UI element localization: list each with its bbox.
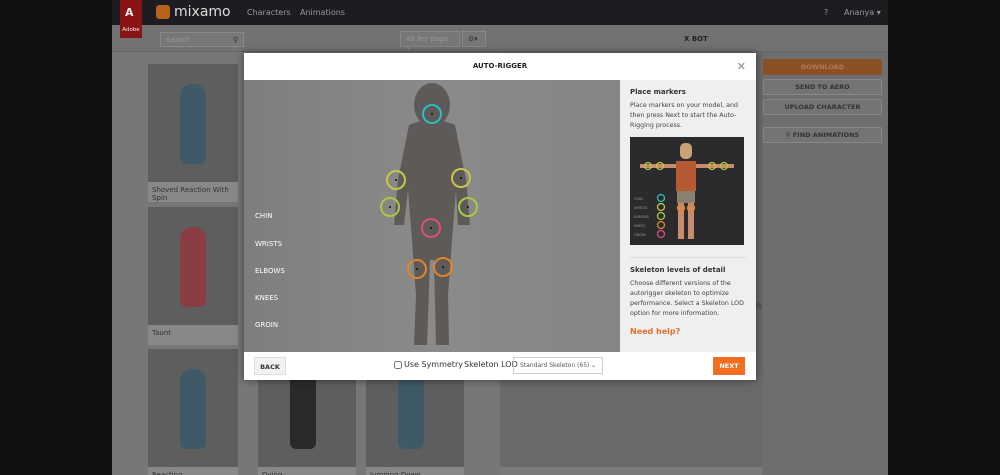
symmetry-label: Use Symmetry <box>404 360 463 369</box>
adobe-label: Adobe <box>122 27 140 33</box>
character-thumbnail <box>180 84 206 164</box>
download-button[interactable]: DOWNLOAD <box>763 59 882 75</box>
preview-label: CHIN <box>634 197 643 201</box>
preview-label: GROIN <box>634 233 646 237</box>
next-button[interactable]: NEXT <box>713 357 745 375</box>
need-help-link[interactable]: Need help? <box>630 327 746 336</box>
marker-label-knees: KNEES <box>255 294 279 302</box>
character-thumbnail <box>398 369 424 449</box>
adobe-logo[interactable]: A Adobe <box>120 0 142 38</box>
marker-label-chin: CHIN <box>255 212 273 220</box>
per-page-select[interactable]: 48 Per page ⌄ <box>400 31 460 51</box>
find-animations-label: FIND ANIMATIONS <box>792 131 860 139</box>
upload-character-button[interactable]: UPLOAD CHARACTER <box>763 99 882 115</box>
mixamo-logo[interactable]: mixamo <box>156 4 231 20</box>
card-label: Taunt <box>152 329 172 337</box>
toolbar: Search ⚲ 48 Per page ⌄ ⚙▾ X BOT <box>112 25 888 52</box>
help-icon[interactable]: ? <box>824 8 828 17</box>
brand: mixamo <box>174 4 231 20</box>
search-input[interactable]: Search ⚲ <box>160 32 244 47</box>
nav-characters[interactable]: Characters <box>247 8 291 17</box>
card-label: Jumping Down <box>370 471 421 475</box>
marker-label-wrists: WRISTS <box>255 240 283 248</box>
character-thumbnail <box>290 369 316 449</box>
auto-rigger-dialog: AUTO-RIGGER ✕ CHIN WRISTS ELBOWS KNEES G… <box>244 53 756 380</box>
marker-label-groin: GROIN <box>255 321 279 329</box>
lod-text: Choose different versions of the autorig… <box>630 280 744 317</box>
card-label: Dying <box>262 471 283 475</box>
elbow-marker-left[interactable] <box>458 197 478 217</box>
elbow-marker-right[interactable] <box>380 197 400 217</box>
lod-value: Standard Skeleton (65) <box>520 362 590 369</box>
mixamo-icon <box>156 5 170 19</box>
place-markers-title: Place markers <box>630 88 686 96</box>
back-button[interactable]: BACK <box>254 357 286 375</box>
character-thumbnail <box>180 369 206 449</box>
wrist-marker-right[interactable] <box>386 170 406 190</box>
place-markers-text: Place markers on your model, and then pr… <box>630 102 738 129</box>
per-page-value: 48 Per page <box>406 35 448 43</box>
chin-marker[interactable] <box>422 104 442 124</box>
dialog-footer: BACK Use Symmetry Skeleton LOD Standard … <box>244 352 756 380</box>
skeleton-lod-label: Skeleton LOD <box>464 360 518 369</box>
user-name: Ananya <box>844 8 875 17</box>
nav-animations[interactable]: Animations <box>300 8 345 17</box>
wrist-marker-left[interactable] <box>451 168 471 188</box>
rig-viewport[interactable]: CHIN WRISTS ELBOWS KNEES GROIN <box>244 80 620 352</box>
use-symmetry-checkbox[interactable]: Use Symmetry <box>394 360 463 369</box>
search-icon: ⚲ <box>232 36 238 44</box>
dialog-title: AUTO-RIGGER <box>472 62 528 70</box>
knee-marker-left[interactable] <box>433 257 453 277</box>
animation-card[interactable]: Shoved Reaction With Spin <box>148 64 238 202</box>
preview-label: ELBOWS <box>634 215 649 219</box>
settings-dropdown[interactable]: ⚙▾ <box>462 31 486 47</box>
close-icon[interactable]: ✕ <box>737 60 746 73</box>
marker-preview-image: CHIN WRISTS ELBOWS KNEES GROIN <box>630 137 744 245</box>
card-label: Shoved Reaction With Spin <box>152 186 229 202</box>
instructions-panel: Place markers Place markers on your mode… <box>620 80 756 352</box>
user-menu[interactable]: Ananya ▾ <box>844 8 881 17</box>
chevron-down-icon: ⌄ <box>590 362 596 369</box>
marker-label-elbows: ELBOWS <box>255 267 285 275</box>
divider <box>630 257 746 258</box>
top-bar: A Adobe mixamo Characters Animations ? An… <box>112 0 888 38</box>
preview-label: KNEES <box>634 224 646 228</box>
send-to-aero-button[interactable]: SEND TO AERO <box>763 79 882 95</box>
search-placeholder: Search <box>166 36 191 44</box>
preview-label: WRISTS <box>634 206 648 210</box>
animation-card[interactable]: Reacting <box>148 349 238 475</box>
groin-marker[interactable] <box>421 218 441 238</box>
action-sidebar <box>762 52 888 475</box>
card-label: Reacting <box>152 471 183 475</box>
skeleton-lod-select[interactable]: Standard Skeleton (65) ⌄ <box>513 357 603 374</box>
find-animations-button[interactable]: ⚲ FIND ANIMATIONS <box>763 127 882 143</box>
knee-marker-right[interactable] <box>407 259 427 279</box>
symmetry-checkbox-input[interactable] <box>394 360 402 369</box>
lod-title: Skeleton levels of detail <box>630 266 726 274</box>
character-thumbnail <box>180 227 206 307</box>
animation-card[interactable]: Taunt <box>148 207 238 345</box>
character-name: X BOT <box>684 35 708 43</box>
